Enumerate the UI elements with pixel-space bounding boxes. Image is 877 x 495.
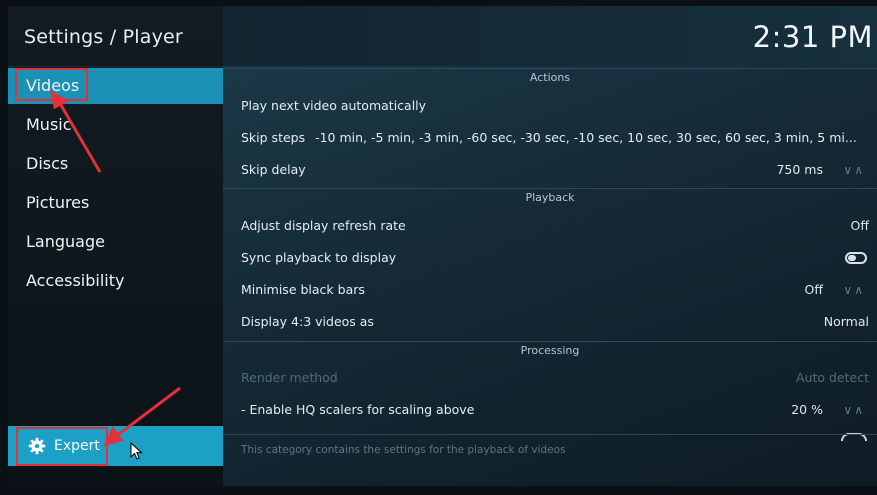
setting-skip-steps[interactable]: Skip steps -10 min, -5 min, -3 min, -60 … xyxy=(241,125,869,151)
setting-hq-scalers[interactable]: - Enable HQ scalers for scaling above 20… xyxy=(241,397,869,423)
kodi-settings-screen: Settings / Player Videos Music Discs Pic… xyxy=(0,0,877,495)
settings-panel: 2:31 PM Actions Play next video automati… xyxy=(223,6,877,486)
setting-label: Skip delay xyxy=(241,162,306,177)
setting-value: Normal xyxy=(823,314,869,329)
setting-value: Off xyxy=(804,282,823,297)
setting-label: Skip steps xyxy=(241,130,306,145)
highlight-box-expert xyxy=(16,427,108,466)
setting-render-method: Render method Auto detect xyxy=(241,365,869,391)
setting-skip-delay[interactable]: Skip delay 750 ms ∨∧ xyxy=(241,157,869,183)
toggle-switch[interactable] xyxy=(845,252,867,264)
setting-value: Auto detect xyxy=(796,370,869,385)
sidebar-item-accessibility[interactable]: Accessibility xyxy=(8,263,223,299)
page-title: Settings / Player xyxy=(24,26,183,48)
setting-play-next-video[interactable]: Play next video automatically xyxy=(241,93,869,119)
section-header-actions: Actions xyxy=(223,68,877,87)
section-header-processing: Processing xyxy=(223,341,877,360)
setting-label: - Enable HQ scalers for scaling above xyxy=(241,402,475,417)
sidebar-item-music[interactable]: Music xyxy=(8,107,223,143)
setting-value: 750 ms xyxy=(776,162,823,177)
section-header-playback: Playback xyxy=(223,188,877,207)
sidebar-divider xyxy=(8,66,223,67)
setting-label: Sync playback to display xyxy=(241,250,397,265)
setting-label: Adjust display refresh rate xyxy=(241,218,406,233)
sidebar-item-discs[interactable]: Discs xyxy=(8,146,223,182)
spinner-arrows-icon[interactable]: ∨∧ xyxy=(843,397,865,423)
mouse-pointer-icon xyxy=(130,442,143,460)
setting-adjust-refresh-rate[interactable]: Adjust display refresh rate Off xyxy=(241,213,869,239)
setting-value: Off xyxy=(850,218,869,233)
sidebar-item-pictures[interactable]: Pictures xyxy=(8,185,223,221)
setting-label: Play next video automatically xyxy=(241,98,427,113)
footer-divider xyxy=(223,434,877,435)
spinner-arrows-icon[interactable]: ∨∧ xyxy=(843,157,865,183)
setting-value: -10 min, -5 min, -3 min, -60 sec, -30 se… xyxy=(315,130,857,145)
setting-label: Render method xyxy=(241,370,338,385)
setting-value: 20 % xyxy=(791,402,823,417)
sidebar-item-language[interactable]: Language xyxy=(8,224,223,260)
setting-sync-playback[interactable]: Sync playback to display xyxy=(241,245,869,271)
category-description: This category contains the settings for … xyxy=(241,444,566,456)
setting-display-4-3[interactable]: Display 4:3 videos as Normal xyxy=(241,309,869,335)
highlight-box-videos xyxy=(15,68,88,101)
setting-label: Display 4:3 videos as xyxy=(241,314,374,329)
setting-label: Minimise black bars xyxy=(241,282,365,297)
setting-minimise-black-bars[interactable]: Minimise black bars Off ∨∧ xyxy=(241,277,869,303)
clock: 2:31 PM xyxy=(752,20,873,54)
spinner-arrows-icon[interactable]: ∨∧ xyxy=(843,277,865,303)
